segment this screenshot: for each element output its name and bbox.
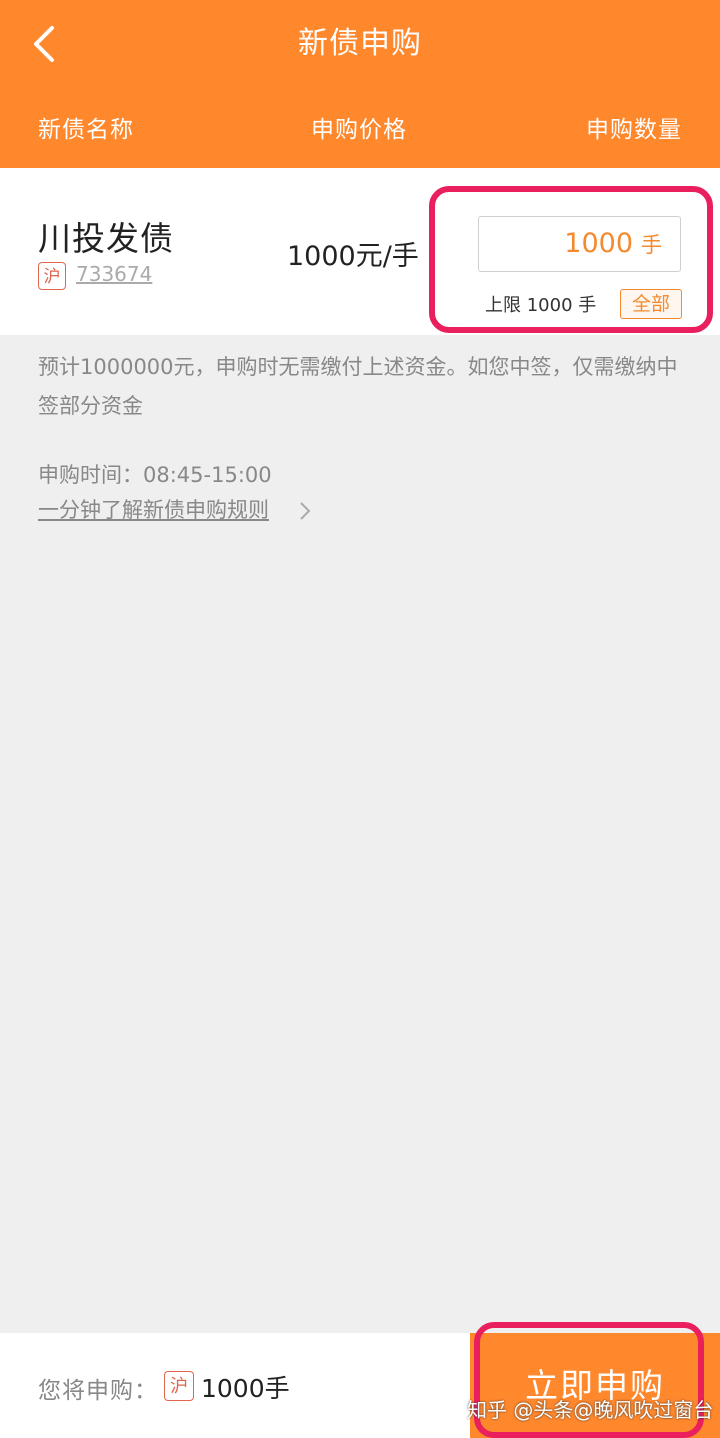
chevron-right-icon[interactable] — [298, 500, 312, 522]
column-header-name: 新债名称 — [38, 117, 134, 143]
watermark: 知乎 @头条@晚风吹过窗台 — [467, 1398, 714, 1422]
subscribe-summary-label: 您将申购： — [38, 1378, 158, 1404]
highlight-annotation-quantity — [429, 186, 713, 333]
estimate-note: 预计1000000元，申购时无需缴付上述资金。如您中签，仅需缴纳中签部分资金 — [38, 355, 678, 418]
bond-name: 川投发债 — [38, 219, 174, 258]
bond-price: 1000元/手 — [287, 241, 419, 272]
bond-code-link[interactable]: 733674 — [76, 262, 152, 286]
subscription-time: 申购时间：08:45-15:00 — [38, 463, 272, 487]
top-header: 新债申购 新债名称 申购价格 申购数量 — [0, 0, 720, 168]
subscribe-summary-quantity: 1000手 — [201, 1374, 290, 1403]
column-header-price: 申购价格 — [311, 117, 407, 143]
market-badge-bottom: 沪 — [164, 1371, 194, 1401]
page-title: 新债申购 — [298, 26, 422, 61]
market-badge: 沪 — [38, 262, 66, 290]
column-header-quantity: 申购数量 — [586, 117, 682, 143]
rules-link[interactable]: 一分钟了解新债申购规则 — [38, 491, 269, 530]
